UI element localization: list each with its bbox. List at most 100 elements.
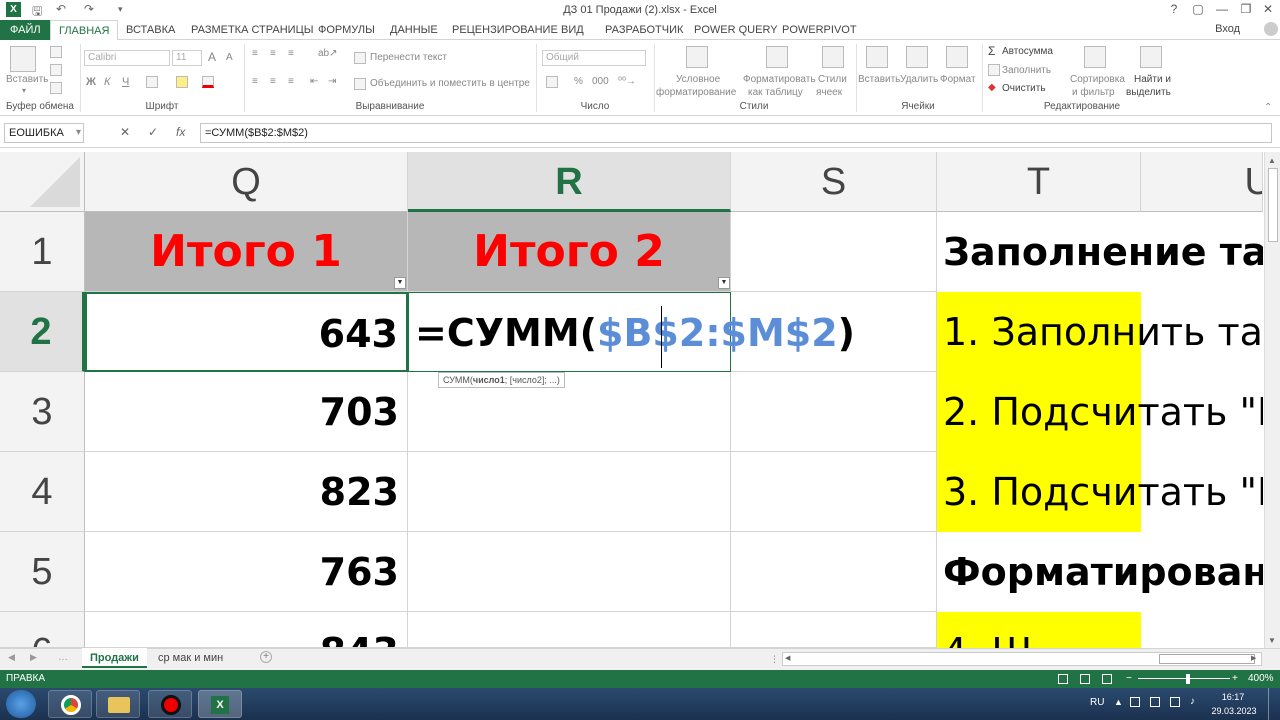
cell-t3[interactable]: 2. Подсчитать "И xyxy=(937,372,1263,452)
network-icon[interactable] xyxy=(1170,697,1180,707)
conditional-formatting-icon[interactable] xyxy=(686,46,708,68)
currency-icon[interactable] xyxy=(546,76,558,88)
close-button[interactable]: ✕ xyxy=(1258,2,1278,16)
cell-styles-label-1[interactable]: Стили xyxy=(818,74,847,85)
tab-insert[interactable]: ВСТАВКА xyxy=(118,20,183,40)
cell-styles-icon[interactable] xyxy=(822,46,844,68)
number-format-select[interactable]: Общий xyxy=(542,50,646,66)
percent-button[interactable]: % xyxy=(574,76,583,87)
column-header-u[interactable]: U xyxy=(1141,152,1263,212)
filter-dropdown-icon[interactable]: ▼ xyxy=(718,277,730,289)
cell-q1[interactable]: Итого 1 xyxy=(85,212,408,292)
cell-q3[interactable]: 703 xyxy=(85,372,408,452)
decrease-indent-icon[interactable]: ⇤ xyxy=(310,76,318,87)
conditional-formatting-label-1[interactable]: Условное xyxy=(676,74,720,85)
merge-center-icon[interactable] xyxy=(354,78,366,90)
tray-expand-icon[interactable]: ▲ xyxy=(1114,697,1123,707)
vertical-scrollbar[interactable]: ▲ ▼ xyxy=(1264,152,1280,648)
format-painter-icon[interactable] xyxy=(50,82,62,94)
format-cells-icon[interactable] xyxy=(946,46,968,68)
increase-indent-icon[interactable]: ⇥ xyxy=(328,76,336,87)
clock-date[interactable]: 29.03.2023 xyxy=(1208,706,1260,716)
page-layout-view-icon[interactable] xyxy=(1080,674,1090,684)
font-color-icon[interactable] xyxy=(202,76,214,88)
tray-app-icon[interactable] xyxy=(1150,697,1160,707)
cell-t5[interactable]: Форматирован xyxy=(937,532,1263,612)
collapse-ribbon-icon[interactable]: ⌃ xyxy=(1264,102,1272,113)
horizontal-scrollbar[interactable]: ◀ ▶ xyxy=(782,652,1262,666)
zoom-level[interactable]: 400% xyxy=(1248,670,1274,688)
bold-button[interactable]: Ж xyxy=(86,76,96,88)
find-select-icon[interactable] xyxy=(1140,46,1162,68)
enter-formula-button[interactable]: ✓ xyxy=(148,125,158,139)
cell-q5[interactable]: 763 xyxy=(85,532,408,612)
tab-data[interactable]: ДАННЫЕ xyxy=(382,20,446,40)
restore-button[interactable]: ❐ xyxy=(1236,2,1256,16)
taskbar-chrome[interactable] xyxy=(48,690,92,718)
tab-formulas[interactable]: ФОРМУЛЫ xyxy=(310,20,383,40)
account-avatar-icon[interactable] xyxy=(1264,22,1278,36)
sort-filter-icon[interactable] xyxy=(1084,46,1106,68)
cell-r1[interactable]: Итого 2 xyxy=(408,212,731,292)
tab-view[interactable]: ВИД xyxy=(553,20,592,40)
fill-color-icon[interactable] xyxy=(176,76,188,88)
cell-s6[interactable] xyxy=(731,612,937,648)
filter-dropdown-icon[interactable]: ▼ xyxy=(394,277,406,289)
row-header-1[interactable]: 1 xyxy=(0,212,85,292)
formula-input[interactable]: =СУММ($B$2:$M$2) xyxy=(200,123,1272,143)
fill-icon[interactable] xyxy=(988,64,1000,76)
taskbar-recorder[interactable] xyxy=(148,690,192,718)
shrink-font-icon[interactable]: A xyxy=(226,52,233,63)
autosum-icon[interactable]: Σ xyxy=(988,44,995,58)
sheet-tab-sales[interactable]: Продажи xyxy=(82,648,147,668)
underline-button[interactable]: Ч xyxy=(122,76,129,88)
cell-s4[interactable] xyxy=(731,452,937,532)
clear-icon[interactable]: ◆ xyxy=(988,82,996,93)
align-center-icon[interactable]: ≡ xyxy=(270,76,276,87)
copy-icon[interactable] xyxy=(50,64,62,76)
align-bottom-icon[interactable]: ≡ xyxy=(288,48,294,59)
function-tooltip[interactable]: СУММ(число1; [число2]; ...) xyxy=(438,372,565,388)
format-as-table-label-2[interactable]: как таблицу xyxy=(748,87,803,98)
cell-r5[interactable] xyxy=(408,532,731,612)
cell-s3[interactable] xyxy=(731,372,937,452)
row-header-5[interactable]: 5 xyxy=(0,532,85,612)
conditional-formatting-label-2[interactable]: форматирование xyxy=(656,87,736,98)
autosum-button[interactable]: Автосумма xyxy=(1002,46,1053,57)
minimize-button[interactable]: — xyxy=(1212,2,1232,16)
clear-button[interactable]: Очистить xyxy=(1002,83,1046,94)
wrap-text-button[interactable]: Перенести текст xyxy=(370,52,447,63)
zoom-in-icon[interactable]: + xyxy=(1232,670,1238,688)
name-box[interactable]: ЕОШИБКА xyxy=(4,123,84,143)
cell-t2[interactable]: 1. Заполнить таб xyxy=(937,292,1263,372)
cell-q4[interactable]: 823 xyxy=(85,452,408,532)
merge-center-button[interactable]: Объединить и поместить в центре xyxy=(370,78,530,89)
cell-q6[interactable]: 843 xyxy=(85,612,408,648)
horizontal-scroll-thumb[interactable] xyxy=(1159,654,1255,664)
insert-cells-button[interactable]: Вставить xyxy=(858,74,900,85)
zoom-out-icon[interactable]: − xyxy=(1126,670,1132,688)
row-header-6[interactable]: 6 xyxy=(0,612,85,648)
cut-icon[interactable] xyxy=(50,46,62,58)
page-break-view-icon[interactable] xyxy=(1102,674,1112,684)
find-select-label-1[interactable]: Найти и xyxy=(1134,74,1171,85)
column-header-q[interactable]: Q xyxy=(85,152,408,212)
align-left-icon[interactable]: ≡ xyxy=(252,76,258,87)
taskbar-excel[interactable]: X xyxy=(198,690,242,718)
cell-s1[interactable] xyxy=(731,212,937,292)
cell-r6[interactable] xyxy=(408,612,731,648)
grow-font-icon[interactable]: A xyxy=(208,50,216,64)
tab-page-layout[interactable]: РАЗМЕТКА СТРАНИЦЫ xyxy=(183,20,321,40)
normal-view-icon[interactable] xyxy=(1058,674,1068,684)
cell-s5[interactable] xyxy=(731,532,937,612)
tab-powerpivot[interactable]: POWERPIVOT xyxy=(774,20,865,40)
scroll-left-icon[interactable]: ◀ xyxy=(785,654,790,662)
select-all-button[interactable] xyxy=(0,152,85,212)
taskbar-explorer[interactable] xyxy=(96,690,140,718)
row-header-3[interactable]: 3 xyxy=(0,372,85,452)
cell-r2-editing[interactable]: =СУММ($B$2:$M$2) xyxy=(408,292,855,372)
sheet-scroll-menu-icon[interactable]: ⋮ xyxy=(770,654,779,665)
next-sheet-icon[interactable]: ▶ xyxy=(30,652,37,663)
start-button-icon[interactable] xyxy=(6,690,36,718)
format-cells-button[interactable]: Формат xyxy=(940,74,976,85)
